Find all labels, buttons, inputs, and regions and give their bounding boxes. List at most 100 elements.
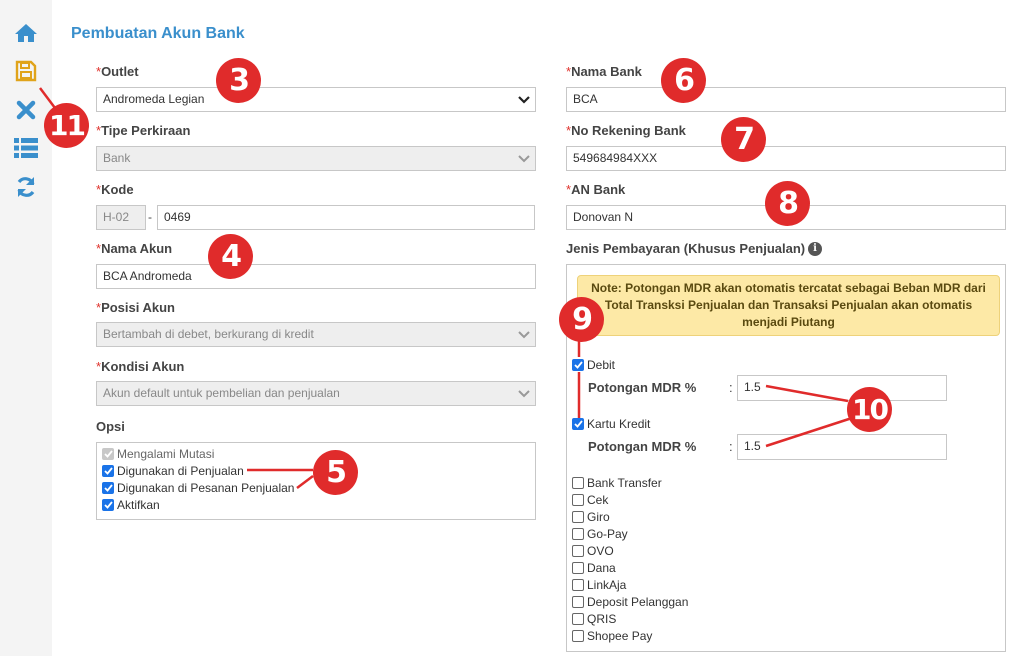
checkbox[interactable]: [572, 562, 584, 574]
tipe-perkiraan-select[interactable]: Bank: [96, 146, 536, 171]
kode-separator: -: [148, 210, 152, 224]
an-bank-label: *AN Bank: [566, 182, 626, 197]
mdr-debit-field[interactable]: 1.5: [737, 375, 947, 401]
tipe-perkiraan-label: *Tipe Perkiraan: [96, 123, 191, 138]
checkbox[interactable]: [102, 482, 114, 494]
payment-option[interactable]: Cek: [572, 492, 608, 508]
chevron-down-icon: [518, 96, 530, 104]
annotation-badge: 8: [765, 181, 810, 226]
no-rekening-field[interactable]: 549684984XXX: [566, 146, 1006, 171]
opsi-penjualan[interactable]: Digunakan di Penjualan: [102, 463, 244, 479]
checkbox[interactable]: [102, 448, 114, 460]
opsi-mutasi[interactable]: Mengalami Mutasi: [102, 446, 214, 462]
jenis-pembayaran-label: Jenis Pembayaran (Khusus Penjualan): [566, 241, 806, 256]
annotation-badge: 4: [208, 234, 253, 279]
list-icon[interactable]: [12, 135, 40, 161]
mdr-label: Potongan MDR %: [588, 439, 697, 454]
checkbox[interactable]: [572, 418, 584, 430]
nama-akun-label: *Nama Akun: [96, 241, 173, 256]
annotation-badge: 9: [559, 297, 604, 342]
checkbox[interactable]: [572, 359, 584, 371]
checkbox[interactable]: [572, 596, 584, 608]
payment-option[interactable]: QRIS: [572, 611, 616, 627]
checkbox[interactable]: [572, 528, 584, 540]
chevron-down-icon: [518, 155, 530, 163]
opsi-pesanan[interactable]: Digunakan di Pesanan Penjualan: [102, 480, 294, 496]
close-icon[interactable]: [12, 97, 40, 123]
info-icon[interactable]: i: [808, 242, 822, 256]
annotation-badge: 5: [313, 450, 358, 495]
payment-option-label: Bank Transfer: [587, 476, 662, 490]
annotation-badge: 11: [44, 103, 89, 148]
opsi-mutasi-label: Mengalami Mutasi: [117, 447, 215, 461]
payment-kartu-kredit[interactable]: Kartu Kredit: [572, 416, 650, 432]
annotation-badge: 6: [661, 58, 706, 103]
payment-option[interactable]: Shopee Pay: [572, 628, 652, 644]
checkbox[interactable]: [572, 579, 584, 591]
kode-prefix-field: H-02: [96, 205, 146, 230]
checkbox[interactable]: [572, 630, 584, 642]
kondisi-akun-value: Akun default untuk pembelian dan penjual…: [103, 386, 340, 400]
payment-option-label: Deposit Pelanggan: [587, 595, 689, 609]
mdr-label: Potongan MDR %: [588, 380, 697, 395]
nama-akun-field[interactable]: BCA Andromeda: [96, 264, 536, 289]
opsi-aktifkan[interactable]: Aktifkan: [102, 497, 160, 513]
payment-option[interactable]: Go-Pay: [572, 526, 628, 542]
payment-option-label: LinkAja: [587, 578, 627, 592]
save-icon[interactable]: [12, 58, 40, 84]
payment-option[interactable]: Giro: [572, 509, 610, 525]
checkbox[interactable]: [572, 494, 584, 506]
checkbox[interactable]: [102, 499, 114, 511]
checkbox[interactable]: [572, 545, 584, 557]
payment-option-label: QRIS: [587, 612, 617, 626]
payment-option[interactable]: Dana: [572, 560, 616, 576]
mdr-kredit-field[interactable]: 1.5: [737, 434, 947, 460]
payment-option-label: Dana: [587, 561, 616, 575]
checkbox[interactable]: [102, 465, 114, 477]
payment-option[interactable]: OVO: [572, 543, 614, 559]
kondisi-akun-label: *Kondisi Akun: [96, 359, 185, 374]
opsi-penjualan-label: Digunakan di Penjualan: [117, 464, 244, 478]
checkbox[interactable]: [572, 613, 584, 625]
opsi-label: Opsi: [96, 419, 125, 434]
payment-option-label: Cek: [587, 493, 609, 507]
payment-kartu-kredit-label: Kartu Kredit: [587, 417, 651, 431]
payment-option[interactable]: Deposit Pelanggan: [572, 594, 688, 610]
kondisi-akun-select[interactable]: Akun default untuk pembelian dan penjual…: [96, 381, 536, 406]
mdr-note: Note: Potongan MDR akan otomatis tercata…: [577, 275, 1000, 336]
payment-option-label: Go-Pay: [587, 527, 628, 541]
payment-debit[interactable]: Debit: [572, 357, 615, 373]
payment-option-label: OVO: [587, 544, 614, 558]
outlet-label: *Outlet: [96, 64, 139, 79]
mdr-colon: :: [729, 439, 733, 454]
annotation-badge: 7: [721, 117, 766, 162]
mdr-colon: :: [729, 380, 733, 395]
chevron-down-icon: [518, 390, 530, 398]
outlet-value: Andromeda Legian: [103, 92, 205, 106]
checkbox[interactable]: [572, 511, 584, 523]
nama-bank-field[interactable]: BCA: [566, 87, 1006, 112]
side-toolbar: [0, 0, 52, 656]
kode-label: *Kode: [96, 182, 134, 197]
opsi-aktifkan-label: Aktifkan: [117, 498, 160, 512]
posisi-akun-select[interactable]: Bertambah di debet, berkurang di kredit: [96, 322, 536, 347]
home-icon[interactable]: [12, 20, 40, 46]
opsi-pesanan-label: Digunakan di Pesanan Penjualan: [117, 481, 295, 495]
annotation-badge: 3: [216, 58, 261, 103]
kode-field[interactable]: 0469: [157, 205, 535, 230]
annotation-badge: 10: [847, 387, 892, 432]
posisi-akun-value: Bertambah di debet, berkurang di kredit: [103, 327, 314, 341]
payment-option-label: Shopee Pay: [587, 629, 653, 643]
tipe-perkiraan-value: Bank: [103, 151, 131, 165]
refresh-icon[interactable]: [12, 174, 40, 200]
payment-option-label: Giro: [587, 510, 610, 524]
payment-option[interactable]: LinkAja: [572, 577, 626, 593]
payment-option[interactable]: Bank Transfer: [572, 475, 662, 491]
checkbox[interactable]: [572, 477, 584, 489]
no-rekening-label: *No Rekening Bank: [566, 123, 686, 138]
outlet-select[interactable]: Andromeda Legian: [96, 87, 536, 112]
page-title: Pembuatan Akun Bank: [71, 25, 245, 42]
nama-bank-label: *Nama Bank: [566, 64, 642, 79]
posisi-akun-label: *Posisi Akun: [96, 300, 175, 315]
payment-debit-label: Debit: [587, 358, 616, 372]
